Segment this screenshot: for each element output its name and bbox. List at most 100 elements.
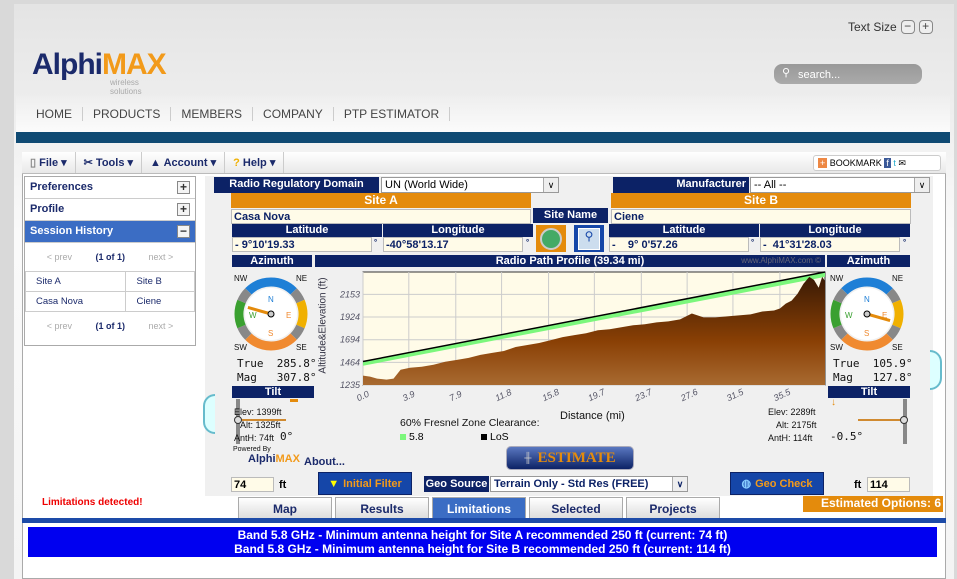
limitation-message: Band 5.8 GHz - Minimum antenna height fo… [237, 528, 728, 542]
tab-underline [22, 518, 946, 523]
site-b-height-input[interactable]: 114 [867, 477, 910, 492]
sidebar-session-history[interactable]: Session History − [25, 221, 195, 243]
tilt-a-label: Tilt [232, 386, 314, 398]
compass-label: W [249, 311, 257, 320]
domain-label: Radio Regulatory Domain [214, 177, 379, 193]
bookmark-label: BOOKMARK [829, 158, 882, 168]
globe-icon [540, 227, 562, 250]
cell-site-a[interactable]: Casa Nova [24, 291, 127, 312]
next-link[interactable]: next > [148, 252, 173, 262]
tilt-b-needle [858, 419, 904, 421]
menu-tools[interactable]: ✂ Tools ▾ [76, 152, 143, 173]
site-a-name-input[interactable]: Casa Nova [231, 209, 531, 224]
facebook-icon[interactable]: f [884, 158, 891, 168]
text-size-label: Text Size [848, 20, 897, 34]
nav-members[interactable]: MEMBERS [171, 107, 254, 121]
x-tick-label: 31.5 [725, 386, 746, 403]
compass-label: N [268, 295, 274, 304]
prev-link[interactable]: < prev [47, 321, 72, 331]
sidebar-profile[interactable]: Profile + [25, 199, 195, 221]
nav-ptp-estimator[interactable]: PTP ESTIMATOR [334, 107, 451, 121]
twitter-icon[interactable]: t [893, 158, 896, 168]
sidebar: Preferences + Profile + Session History − <… [24, 176, 196, 346]
menu-account[interactable]: ▲ Account ▾ [142, 152, 226, 173]
text-size-decrease-button[interactable]: − [900, 20, 915, 34]
compass-label: NE [296, 274, 307, 283]
site-a-height-input[interactable]: 74 [231, 477, 274, 492]
next-link[interactable]: next > [148, 321, 173, 331]
compass-ring-segment [892, 299, 904, 329]
nav-products[interactable]: PRODUCTS [83, 107, 172, 121]
degree-symbol: ° [526, 238, 530, 247]
email-icon[interactable]: ✉ [898, 158, 906, 168]
tab-limitations[interactable]: Limitations [432, 497, 526, 519]
map-search-button[interactable]: ⚲ [574, 225, 604, 252]
pager-bottom: < prev (1 of 1) next > [25, 312, 195, 340]
manufacturer-select[interactable]: -- All -- ∨ [750, 177, 930, 193]
nav-home[interactable]: HOME [26, 107, 83, 121]
tilt-b-handle[interactable] [900, 416, 908, 424]
site-b-latitude-input[interactable]: - 9° 0'57.26 [609, 237, 749, 252]
about-link[interactable]: About... [304, 456, 345, 468]
site-a-longitude-input[interactable]: -40°58'13.17 [383, 237, 523, 252]
logo[interactable]: AlphiMAX wireless solutions [32, 48, 167, 96]
compass-label: S [268, 329, 273, 338]
tab-projects[interactable]: Projects [626, 497, 720, 519]
compass-ring-segment [237, 324, 252, 340]
search-input[interactable]: ⚲ search... [774, 64, 922, 84]
logo-tagline: wireless solutions [110, 78, 142, 96]
tilt-a-value: 0° [280, 430, 294, 443]
menu-help[interactable]: ? Help ▾ [225, 152, 285, 173]
nav-divider [16, 132, 950, 143]
limitations-warning: Limitations detected! [42, 497, 143, 508]
menu-account-label: Account ▾ [163, 157, 217, 169]
search-placeholder: search... [798, 69, 841, 81]
legend-label: 5.8 [409, 431, 424, 443]
site-a-latitude-input[interactable]: - 9°10'19.33 [232, 237, 372, 252]
site-b-anth: AntH: 114ft [768, 433, 813, 443]
initial-filter-button[interactable]: ▼ Initial Filter [318, 472, 412, 495]
collapse-icon[interactable]: − [177, 225, 190, 238]
nav-company[interactable]: COMPANY [253, 107, 334, 121]
site-a-height-unit: ft [279, 479, 287, 491]
tab-selected[interactable]: Selected [529, 497, 623, 519]
site-a-header: Site A [231, 193, 531, 208]
azimuth-a-true: True 285.8° [237, 357, 317, 370]
compass-site-b: NW NESW SENSEW [830, 274, 904, 352]
estimate-button[interactable]: ╫ ESTIMATE [506, 446, 634, 470]
watermark: www.AlphiMAX.com © [741, 256, 821, 265]
degree-symbol: ° [374, 238, 378, 247]
logo-text-max: MAX [102, 48, 167, 81]
bookmark-button[interactable]: + BOOKMARK f t ✉ [813, 155, 941, 171]
expand-icon[interactable]: + [177, 203, 190, 216]
geo-source-select[interactable]: Terrain Only - Std Res (FREE) ∨ [490, 476, 688, 492]
x-tick-label: 35.5 [772, 386, 793, 403]
site-b-name-input[interactable]: Ciene [611, 209, 911, 224]
cell-site-b[interactable]: Ciene [125, 291, 195, 312]
tab-results[interactable]: Results [335, 497, 429, 519]
geo-check-button[interactable]: ◍ Geo Check [730, 472, 824, 495]
menu-bar: ▯ File ▾ ✂ Tools ▾ ▲ Account ▾ ? Help ▾ [22, 152, 946, 174]
compass-label: SE [892, 343, 903, 352]
sidebar-preferences[interactable]: Preferences + [25, 177, 195, 199]
prev-link[interactable]: < prev [47, 252, 72, 262]
menu-tools-label: Tools ▾ [95, 157, 134, 169]
x-axis-label: Distance (mi) [560, 410, 625, 422]
locate-button[interactable] [536, 225, 566, 252]
menu-file[interactable]: ▯ File ▾ [22, 152, 76, 173]
legend-item-los: LoS [481, 431, 509, 443]
azimuth-a-mag: Mag 307.8° [237, 371, 317, 384]
expand-icon[interactable]: + [177, 181, 190, 194]
profile-title-bar: Radio Path Profile (39.34 mi) www.AlphiMA… [315, 255, 825, 267]
text-size-control: Text Size − + [848, 20, 933, 34]
site-b-longitude-input[interactable]: - 41°31'28.03 [760, 237, 900, 252]
table-row[interactable]: Casa Nova Ciene [24, 291, 195, 312]
legend-label: LoS [490, 431, 509, 443]
y-tick-label: 2153 [339, 289, 360, 299]
domain-select[interactable]: UN (World Wide) ∨ [381, 177, 559, 193]
compass-site-a: NW NESW SENSEW [234, 274, 308, 352]
tab-map[interactable]: Map [238, 497, 332, 519]
compass-label: SW [234, 343, 247, 352]
text-size-increase-button[interactable]: + [918, 20, 933, 34]
y-tick-label: 1464 [340, 357, 360, 367]
